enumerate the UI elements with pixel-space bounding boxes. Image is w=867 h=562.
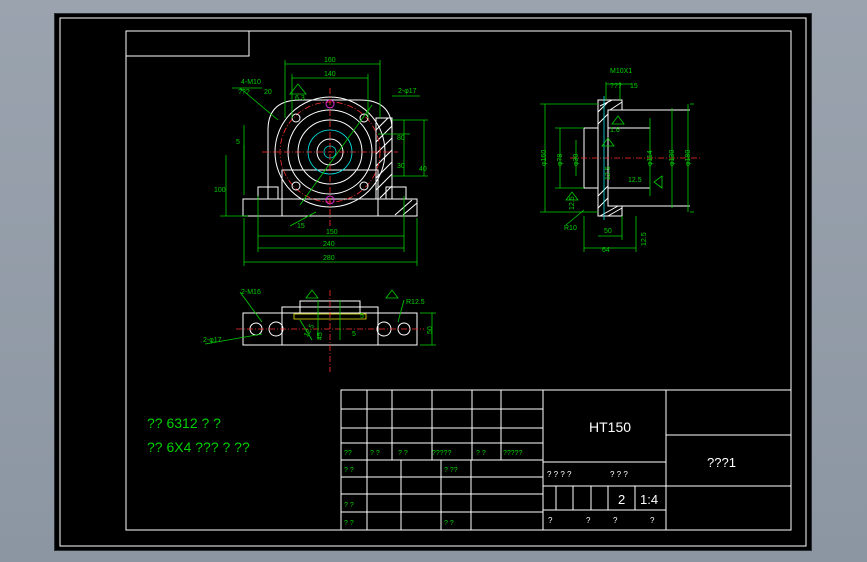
code-box	[125, 30, 250, 57]
dim-top-50: 50	[427, 326, 434, 334]
dim-side-50: 50	[604, 228, 612, 235]
tb-bottom-3: ?	[613, 516, 618, 525]
dim-150: 150	[326, 229, 338, 236]
dim-top-12-5: 12.5	[303, 323, 316, 338]
dim-phi30: φ30	[573, 154, 580, 166]
dim-1-6: 1.6	[610, 127, 620, 134]
dim-20: 20	[264, 89, 272, 96]
roughness-12-5-d: 12.5	[641, 232, 648, 246]
tb-cell-r5-c5: ? ?	[476, 450, 486, 457]
tb-cell-r5-c2: ? ?	[370, 450, 380, 457]
dim-140: 140	[324, 71, 336, 78]
dim-phi78: φ78	[557, 154, 564, 166]
tb-bottom-4: ?	[650, 516, 655, 525]
dim-r12-5: R12.5	[406, 299, 425, 306]
dim-top-2-phi17: 2-φ17	[203, 337, 222, 344]
side-dim-labels: M10X1 ??? 15 1.6 φ160 φ78 φ30 φ114 φ130 …	[541, 68, 692, 254]
tb-cell-r6-c1: ? ?	[344, 467, 354, 474]
dim-30: 30	[397, 163, 405, 170]
tb-cell-r5-c6: ?????	[503, 450, 523, 457]
tb-mid-row-1: ? ? ? ?	[547, 470, 572, 479]
tb-bottom-1: ?	[548, 516, 553, 525]
dim-phi130: φ130	[669, 150, 676, 166]
note-line-1: ?? 6312 ? ?	[147, 415, 221, 431]
dim-40: 40	[419, 166, 427, 173]
title-block: HT150 ???1 2 1:4 ?? ? ? ? ? ????? ? ? ??…	[340, 389, 792, 531]
scale-value: 1:4	[640, 492, 658, 507]
tb-cell-r5-c1: ??	[344, 450, 352, 457]
roughness-12-5-b: 12.5	[628, 177, 642, 184]
tb-cell-r8-c1: ? ?	[344, 502, 354, 509]
quantity-value: 2	[618, 492, 625, 507]
material-label: HT150	[589, 419, 631, 435]
dim-side-note: ???	[610, 83, 622, 90]
tb-cell-r5-c3: ? ?	[398, 450, 408, 457]
dim-top-5: 5	[360, 313, 364, 320]
dim-160: 160	[324, 57, 336, 64]
tb-mid-row-2: ? ? ?	[610, 470, 628, 479]
dim-280: 280	[323, 255, 335, 262]
dim-top-45: 45	[317, 332, 324, 340]
dim-r10: R10	[564, 225, 577, 232]
tb-cell-r6-c2: ? ??	[444, 467, 458, 474]
dim-side-15: 15	[630, 83, 638, 90]
tb-cell-r9-c1: ? ?	[344, 520, 354, 527]
roughness-12-5-c: 12.5	[569, 196, 576, 210]
note-line-2: ?? 6X4 ??? ? ??	[147, 439, 250, 455]
tb-bottom-2: ?	[586, 516, 591, 525]
drawing-name: ???1	[707, 455, 736, 470]
cad-drawing: 160 140 4-M10 ??? 20 2-φ17 5 100 150 240…	[59, 17, 807, 547]
dim-side-64: 64	[602, 247, 610, 254]
dim-15: 15	[297, 223, 305, 230]
dim-5: 5	[236, 139, 240, 146]
dim-80: 80	[397, 135, 405, 142]
inner-border	[125, 30, 792, 531]
side-view: M10X1 ??? 15 1.6 φ160 φ78 φ30 φ114 φ130 …	[540, 68, 700, 254]
dim-depth-note: ???	[238, 89, 250, 96]
tb-cell-r5-c4: ?????	[432, 450, 452, 457]
outer-border	[59, 17, 807, 547]
dim-240: 240	[323, 241, 335, 248]
dim-phi114: φ114	[647, 150, 654, 166]
roughness-12-5-a: 12.5	[605, 166, 612, 180]
tb-cell-r9-c2: ? ?	[444, 520, 454, 527]
top-view: 2-M16 2-φ17 R12.5 50 5 45 12.5 5	[203, 289, 436, 372]
dim-phi160: φ160	[541, 150, 548, 166]
technical-notes: ?? 6312 ? ? ?? 6X4 ??? ? ??	[147, 415, 250, 455]
roughness-6-3: 6.3	[295, 95, 305, 102]
dim-phi180: φ180	[685, 150, 692, 166]
front-view: 160 140 4-M10 ??? 20 2-φ17 5 100 150 240…	[214, 57, 428, 266]
dim-2-phi17: 2-φ17	[398, 88, 417, 95]
dim-top-5b: 5	[352, 331, 356, 338]
dim-100: 100	[214, 187, 226, 194]
dim-m10x1: M10X1	[610, 68, 632, 75]
dim-2-m16: 2-M16	[241, 289, 261, 296]
dim-4-m10: 4-M10	[241, 79, 261, 86]
